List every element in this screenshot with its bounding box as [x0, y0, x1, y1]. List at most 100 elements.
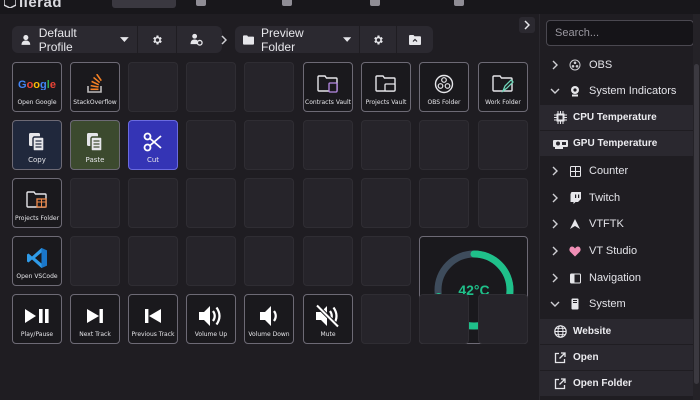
folder-upload-icon: [409, 34, 421, 45]
toolbar-icon[interactable]: [454, 0, 464, 6]
action-website[interactable]: Website: [540, 319, 694, 344]
empty-slot[interactable]: [128, 62, 178, 112]
search-input[interactable]: [546, 20, 694, 46]
folder-settings-button[interactable]: [360, 26, 396, 53]
play-pause-button[interactable]: Play/Pause: [12, 294, 62, 344]
chevron-right-icon: [548, 193, 562, 203]
folder-upload-button[interactable]: [397, 26, 433, 53]
empty-slot[interactable]: [128, 178, 178, 228]
button-label: Next Track: [79, 331, 111, 338]
action-gpu-temperature[interactable]: GPU Temperature: [540, 131, 694, 156]
gear-icon: [153, 35, 162, 44]
stackoverflow-button[interactable]: StackOverflow: [70, 62, 120, 112]
empty-slot[interactable]: [303, 120, 353, 170]
sidebar-scrollbar[interactable]: [693, 14, 700, 400]
button-label: Projects Folder: [14, 215, 60, 222]
category-twitch[interactable]: Twitch: [540, 186, 694, 210]
volume-up-icon: [198, 302, 224, 330]
folder-icon: [243, 34, 255, 45]
empty-slot[interactable]: [244, 236, 294, 286]
vtftk-icon: [568, 218, 582, 230]
chevron-right-icon: [548, 219, 562, 229]
chevron-right-icon: [548, 246, 562, 256]
toolbar-icon[interactable]: [282, 0, 292, 6]
work-folder-button[interactable]: Work Folder: [478, 62, 528, 112]
action-cpu-temperature[interactable]: CPU Temperature: [540, 105, 694, 130]
mute-button[interactable]: Mute: [303, 294, 353, 344]
category-obs[interactable]: OBS: [540, 53, 694, 77]
empty-slot[interactable]: [361, 120, 411, 170]
toolbar-icon[interactable]: [196, 0, 206, 6]
button-label: Cut: [146, 156, 160, 164]
category-label: OBS: [589, 59, 613, 71]
external-link-icon: [552, 351, 568, 364]
empty-slot[interactable]: [303, 236, 353, 286]
empty-slot[interactable]: [128, 236, 178, 286]
projects-folder-button[interactable]: Projects Folder: [12, 178, 62, 228]
contracts-vault-button[interactable]: Contracts Vault: [303, 62, 353, 112]
empty-slot[interactable]: [361, 178, 411, 228]
chevron-down-icon: [548, 88, 562, 94]
projects-vault-button[interactable]: Projects Vault: [361, 62, 411, 112]
paste-button[interactable]: Paste: [70, 120, 120, 170]
next-track-button[interactable]: Next Track: [70, 294, 120, 344]
button-label: Open Google: [17, 99, 57, 106]
category-vt-studio[interactable]: VT Studio: [540, 239, 694, 263]
empty-slot[interactable]: [244, 120, 294, 170]
profile-settings-button[interactable]: [138, 26, 176, 53]
volume-down-icon: [259, 302, 279, 330]
category-counter[interactable]: Counter: [540, 159, 694, 183]
category-system[interactable]: System: [540, 292, 694, 316]
button-label: Volume Down: [248, 331, 290, 338]
empty-slot[interactable]: [478, 178, 528, 228]
empty-slot[interactable]: [361, 236, 411, 286]
toolbar-icon[interactable]: [370, 0, 380, 6]
profile-user-settings-button[interactable]: [177, 26, 215, 53]
empty-slot[interactable]: [186, 236, 236, 286]
previous-track-button[interactable]: Previous Track: [128, 294, 178, 344]
paste-icon: [86, 128, 104, 156]
copy-button[interactable]: Copy: [12, 120, 62, 170]
empty-slot[interactable]: [419, 178, 469, 228]
category-vtftk[interactable]: VTFTK: [540, 212, 694, 236]
empty-slot[interactable]: [478, 120, 528, 170]
button-label: StackOverflow: [73, 99, 117, 106]
empty-slot[interactable]: [70, 236, 120, 286]
profile-dropdown[interactable]: Default Profile: [12, 25, 137, 54]
empty-slot[interactable]: [244, 62, 294, 112]
cut-button[interactable]: Cut: [128, 120, 178, 170]
empty-slot[interactable]: [244, 178, 294, 228]
active-app-tab[interactable]: [112, 0, 176, 8]
empty-slot[interactable]: [186, 120, 236, 170]
button-label: Volume Up: [194, 331, 228, 338]
open-vscode-button[interactable]: Open VSCode: [12, 236, 62, 286]
scissors-icon: [143, 128, 163, 156]
empty-slot[interactable]: [419, 294, 469, 344]
indicator-icon: [568, 85, 582, 97]
scrollbar-thumb[interactable]: [694, 64, 699, 384]
volume-down-button[interactable]: Volume Down: [244, 294, 294, 344]
empty-slot[interactable]: [361, 294, 411, 344]
profile-selector-bar: Default Profile: [12, 25, 222, 54]
empty-slot[interactable]: [419, 120, 469, 170]
empty-slot[interactable]: [70, 178, 120, 228]
open-google-button[interactable]: Google Open Google: [12, 62, 62, 112]
folder-dropdown[interactable]: Preview Folder: [235, 26, 359, 54]
vscode-icon: [26, 244, 48, 272]
collapse-sidebar-button[interactable]: [519, 17, 535, 33]
folder-lock-icon: [317, 70, 339, 98]
action-open[interactable]: Open: [540, 345, 694, 370]
action-open-folder[interactable]: Open Folder: [540, 371, 694, 396]
empty-slot[interactable]: [186, 62, 236, 112]
volume-up-button[interactable]: Volume Up: [186, 294, 236, 344]
profile-name: Default Profile: [38, 25, 77, 54]
empty-slot[interactable]: [186, 178, 236, 228]
obs-folder-button[interactable]: OBS Folder: [419, 62, 469, 112]
empty-slot[interactable]: [478, 294, 528, 344]
category-navigation[interactable]: Navigation: [540, 266, 694, 290]
app-logo: ilerad: [4, 0, 62, 11]
button-label: OBS Folder: [427, 99, 461, 106]
empty-slot[interactable]: [303, 178, 353, 228]
category-system-indicators[interactable]: System Indicators: [540, 79, 694, 103]
button-label: Paste: [85, 156, 105, 164]
